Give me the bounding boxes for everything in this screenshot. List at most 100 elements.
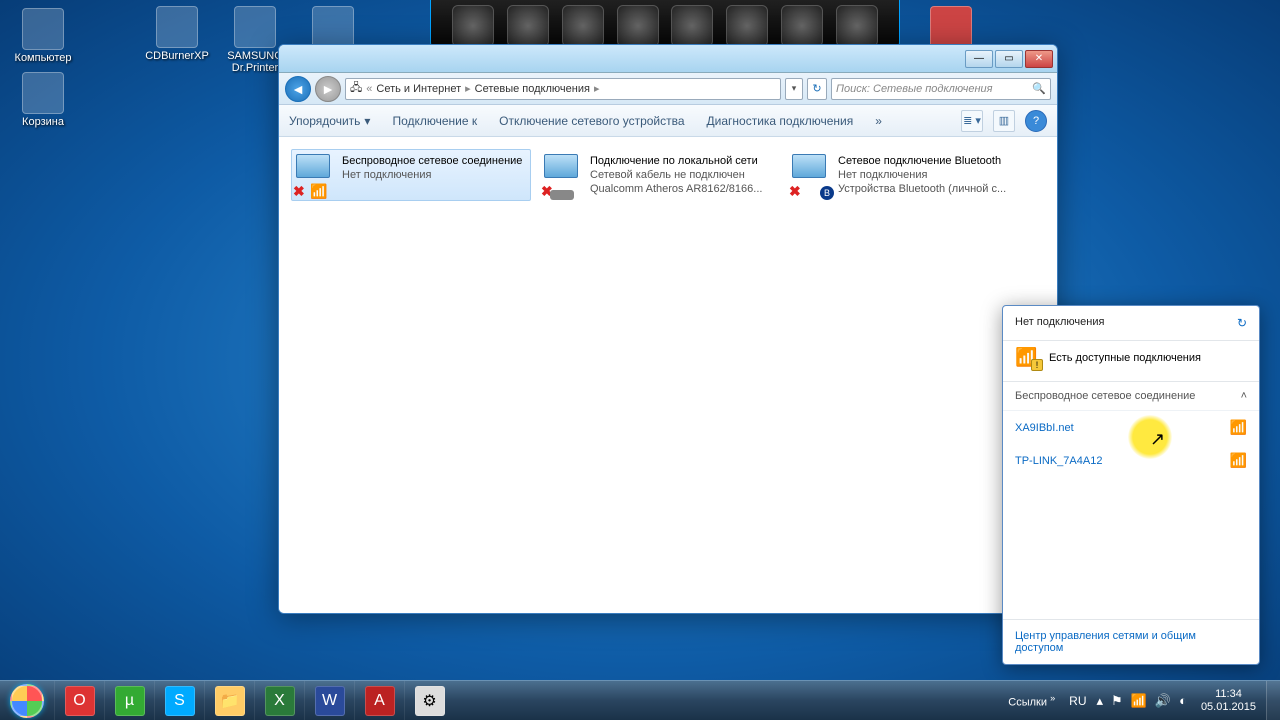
signal-strength-icon: 📶: [1230, 419, 1247, 436]
explorer-window: — ▭ ✕ ◄ ► 🖧 « Сеть и Интернет ▸ Сетевые …: [278, 44, 1058, 614]
chevron-icon: ▸: [465, 82, 471, 95]
chevron-down-icon: ▾: [364, 114, 370, 128]
start-button[interactable]: [0, 681, 54, 720]
connection-icon: ✖ B: [792, 154, 832, 198]
taskbar: O µ S 📁 X W A ⚙ Ссылки » RU ▴ ⚑ 📶 🔊 ◐ 11…: [0, 680, 1280, 720]
view-options-button[interactable]: ≣ ▾: [961, 110, 983, 132]
connections-list: ✖ 📶 Беспроводное сетевое соединение Нет …: [279, 137, 1057, 613]
show-desktop-button[interactable]: [1266, 681, 1280, 720]
app-icon: [234, 6, 276, 48]
organize-button[interactable]: Упорядочить ▾: [289, 114, 370, 128]
search-icon: 🔍: [1032, 82, 1046, 95]
app-icon: [312, 6, 354, 48]
search-input[interactable]: Поиск: Сетевые подключения 🔍: [831, 78, 1051, 100]
connection-item-lan[interactable]: ✖ Подключение по локальной сети Сетевой …: [539, 149, 779, 201]
connection-status: Нет подключения: [838, 168, 1022, 182]
taskbar-pin-utorrent[interactable]: µ: [104, 681, 154, 720]
tray-volume-icon[interactable]: 🔊: [1151, 693, 1175, 709]
diagnose-button[interactable]: Диагностика подключения: [707, 114, 854, 128]
icon-label: Корзина: [8, 116, 78, 128]
error-icon: ✖: [789, 183, 801, 200]
wifi-network-name: XA9IBbI.net: [1015, 422, 1074, 434]
taskbar-pin-opera[interactable]: O: [54, 681, 104, 720]
dock-item[interactable]: [507, 5, 549, 47]
recycle-bin-icon: [22, 72, 64, 114]
disable-device-button[interactable]: Отключение сетевого устройства: [499, 114, 684, 128]
network-sharing-center-link[interactable]: Центр управления сетями и общим доступом: [1003, 619, 1259, 664]
wifi-network-name: TP-LINK_7A4A12: [1015, 455, 1102, 467]
breadcrumb-seg[interactable]: Сетевые подключения: [475, 83, 590, 95]
desktop-icon-recycle[interactable]: Корзина: [8, 72, 78, 128]
toolbar-overflow[interactable]: »: [875, 114, 882, 128]
error-icon: ✖: [293, 183, 305, 200]
taskbar-pin-explorer[interactable]: 📁: [204, 681, 254, 720]
chevron-icon: ▸: [594, 82, 600, 95]
dock-item[interactable]: [781, 5, 823, 47]
breadcrumb[interactable]: 🖧 « Сеть и Интернет ▸ Сетевые подключени…: [345, 78, 781, 100]
wifi-availability-text: Есть доступные подключения: [1049, 352, 1201, 364]
wifi-flyout: Нет подключения ↻ 📶 ! Есть доступные под…: [1002, 305, 1260, 665]
bluetooth-icon: B: [820, 186, 834, 200]
nav-forward-button[interactable]: ►: [315, 76, 341, 102]
connection-item-wireless[interactable]: ✖ 📶 Беспроводное сетевое соединение Нет …: [291, 149, 531, 201]
maximize-button[interactable]: ▭: [995, 50, 1023, 68]
warning-icon: !: [1031, 359, 1043, 371]
nav-icon: 🖧: [350, 79, 362, 98]
system-tray: Ссылки » RU ▴ ⚑ 📶 🔊 ◐ 11:34 05.01.2015: [1000, 681, 1280, 720]
help-button[interactable]: ?: [1025, 110, 1047, 132]
connection-status: Сетевой кабель не подключен: [590, 168, 774, 182]
dock-item[interactable]: [836, 5, 878, 47]
dock-item[interactable]: [726, 5, 768, 47]
connection-adapter: Устройства Bluetooth (личной с...: [838, 182, 1022, 196]
connection-status: Нет подключения: [342, 168, 526, 182]
tray-overflow-button[interactable]: ▴: [1093, 693, 1108, 709]
close-button[interactable]: ✕: [1025, 50, 1053, 68]
titlebar[interactable]: — ▭ ✕: [279, 45, 1057, 73]
connection-icon: ✖: [544, 154, 584, 198]
language-indicator[interactable]: RU: [1063, 694, 1092, 708]
connection-icon: ✖ 📶: [296, 154, 336, 198]
taskbar-clock[interactable]: 11:34 05.01.2015: [1191, 688, 1266, 714]
taskbar-pin-skype[interactable]: S: [154, 681, 204, 720]
windows-orb-icon: [10, 684, 44, 718]
wifi-status-title: Нет подключения: [1015, 316, 1104, 330]
dock-item[interactable]: [617, 5, 659, 47]
wifi-refresh-button[interactable]: ↻: [1237, 316, 1247, 330]
wifi-availability-icon: 📶 !: [1015, 347, 1041, 369]
address-dropdown[interactable]: ▾: [785, 78, 803, 100]
preview-pane-button[interactable]: ▥: [993, 110, 1015, 132]
icon-label: CDBurnerXP: [142, 50, 212, 62]
icon-label: Компьютер: [8, 52, 78, 64]
desktop-icon-cdburner[interactable]: CDBurnerXP: [142, 6, 212, 74]
connection-item-bluetooth[interactable]: ✖ B Сетевое подключение Bluetooth Нет по…: [787, 149, 1027, 201]
taskbar-pins: O µ S 📁 X W A ⚙: [54, 681, 454, 720]
nav-back-button[interactable]: ◄: [285, 76, 311, 102]
connection-title: Сетевое подключение Bluetooth: [838, 154, 1022, 168]
connect-to-button[interactable]: Подключение к: [392, 114, 477, 128]
taskbar-pin-excel[interactable]: X: [254, 681, 304, 720]
breadcrumb-seg[interactable]: Сеть и Интернет: [376, 83, 461, 95]
connection-title: Беспроводное сетевое соединение: [342, 154, 526, 168]
dock-item[interactable]: [562, 5, 604, 47]
wifi-section-header[interactable]: Беспроводное сетевое соединение ˄: [1003, 382, 1259, 411]
dock-item[interactable]: [671, 5, 713, 47]
taskbar-pin-word[interactable]: W: [304, 681, 354, 720]
taskbar-pin-settings[interactable]: ⚙: [404, 681, 454, 720]
taskbar-pin-adobe[interactable]: A: [354, 681, 404, 720]
wifi-network-item[interactable]: TP-LINK_7A4A12 📶: [1003, 444, 1259, 477]
minimize-button[interactable]: —: [965, 50, 993, 68]
signal-strength-icon: 📶: [1230, 452, 1247, 469]
wifi-network-item[interactable]: XA9IBbI.net 📶: [1003, 411, 1259, 444]
desktop-icon-computer[interactable]: Компьютер: [8, 8, 78, 64]
dock-item[interactable]: [452, 5, 494, 47]
refresh-button[interactable]: ↻: [807, 78, 827, 100]
address-bar: ◄ ► 🖧 « Сеть и Интернет ▸ Сетевые подклю…: [279, 73, 1057, 105]
app-icon: [156, 6, 198, 48]
tray-network-icon[interactable]: 📶: [1127, 693, 1151, 709]
tray-extra-icon[interactable]: ◐: [1175, 693, 1191, 708]
links-toolbar[interactable]: Ссылки »: [1000, 693, 1063, 709]
signal-icon: 📶: [310, 183, 327, 200]
tray-action-center-icon[interactable]: ⚑: [1107, 693, 1127, 709]
chevron-icon: «: [366, 83, 372, 95]
cable-icon: [550, 190, 574, 200]
